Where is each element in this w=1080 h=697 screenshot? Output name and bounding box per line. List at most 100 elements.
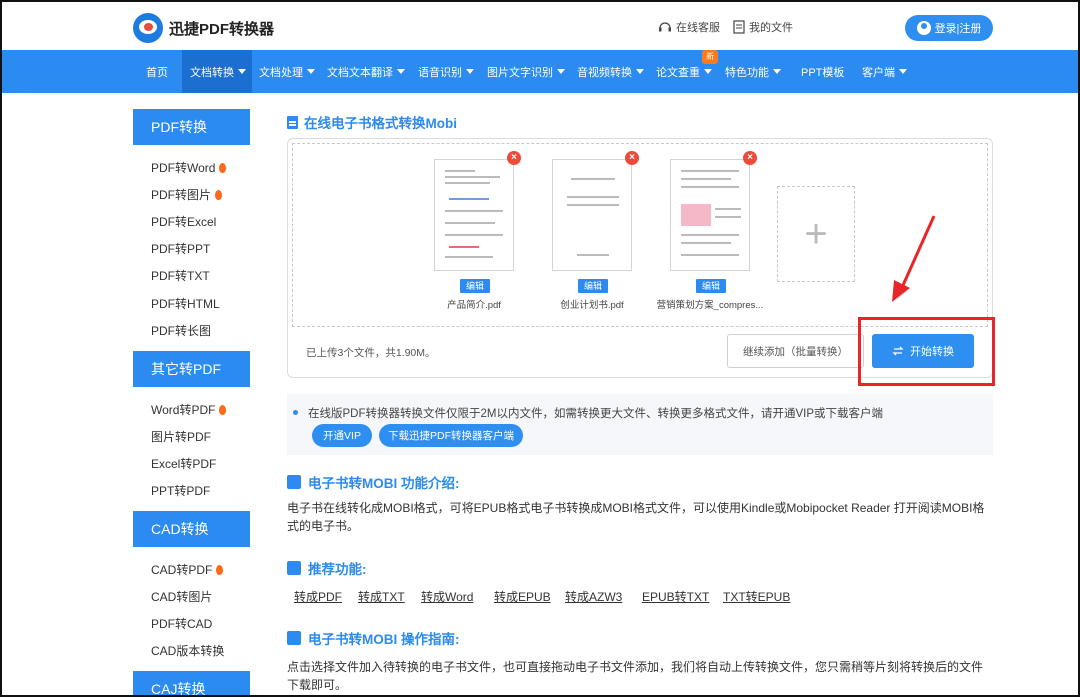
sidebar-item-label: PDF转Word bbox=[151, 161, 216, 175]
nav-client[interactable]: 客户端 bbox=[862, 50, 907, 93]
file-thumbnail[interactable] bbox=[434, 159, 514, 271]
nav-label: 特色功能 bbox=[725, 66, 769, 79]
guide-text: 点击选择文件加入待转换的电子书文件，也可直接拖动电子书文件添加，我们将自动上传转… bbox=[287, 660, 984, 692]
fire-icon bbox=[215, 189, 223, 200]
nav-features[interactable]: 特色功能 bbox=[725, 50, 781, 93]
continue-add-button[interactable]: 继续添加（批量转换） bbox=[727, 334, 864, 368]
sidebar-item-pdf-to-word[interactable]: PDF转Word bbox=[151, 159, 227, 176]
edit-file-button[interactable]: 编辑 bbox=[696, 279, 726, 293]
document-icon bbox=[287, 115, 298, 129]
nav-doc-convert[interactable]: 文档转换 bbox=[182, 50, 252, 93]
intro-icon bbox=[287, 475, 301, 489]
nav-translate[interactable]: 文档文本翻译 bbox=[327, 50, 405, 93]
new-badge: 新 bbox=[702, 50, 718, 64]
edit-file-button[interactable]: 编辑 bbox=[578, 279, 608, 293]
sidebar-item-cad-to-image[interactable]: CAD转图片 bbox=[151, 588, 212, 605]
nav-home[interactable]: 首页 bbox=[138, 50, 178, 93]
delete-file-icon[interactable]: × bbox=[507, 151, 521, 165]
app-name: 迅捷PDF转换器 bbox=[169, 20, 275, 38]
page-title-text: 在线电子书格式转换Mobi bbox=[304, 116, 457, 131]
main-nav: 首页 文档转换 文档处理 文档文本翻译 语音识别 图片文字识别 音视频转换 论文… bbox=[2, 50, 1078, 93]
recommend-link[interactable]: EPUB转TXT bbox=[642, 588, 709, 605]
nav-label: 音视频转换 bbox=[577, 66, 632, 79]
nav-doc-process[interactable]: 文档处理 bbox=[259, 50, 315, 93]
chevron-down-icon bbox=[704, 69, 712, 74]
file-icon bbox=[733, 20, 745, 34]
login-register-button[interactable]: 登录|注册 bbox=[905, 15, 993, 41]
sidebar-item-label: Word转PDF bbox=[151, 403, 216, 417]
delete-file-icon[interactable]: × bbox=[743, 151, 757, 165]
guide-icon bbox=[287, 631, 301, 645]
sidebar-item-pdf-to-excel[interactable]: PDF转Excel bbox=[151, 213, 216, 230]
sidebar-group-cad-convert[interactable]: CAD转换 bbox=[133, 511, 250, 547]
bullet-icon bbox=[293, 410, 298, 415]
recommend-link[interactable]: 转成AZW3 bbox=[565, 588, 622, 605]
intro-heading: 电子书转MOBI 功能介绍: bbox=[287, 472, 460, 492]
fire-icon bbox=[219, 162, 227, 173]
nav-label: 文档处理 bbox=[259, 66, 303, 79]
sidebar-item-label: CAD转PDF bbox=[151, 563, 213, 577]
recommend-link[interactable]: 转成PDF bbox=[294, 588, 342, 605]
nav-label: PPT模板 bbox=[801, 66, 845, 79]
file-name: 营销策划方案_compres... bbox=[656, 300, 764, 311]
edit-file-button[interactable]: 编辑 bbox=[460, 279, 490, 293]
sidebar-item-label: PDF转图片 bbox=[151, 188, 212, 202]
recommend-link[interactable]: 转成TXT bbox=[358, 588, 405, 605]
sidebar-item-pdf-to-ppt[interactable]: PDF转PPT bbox=[151, 240, 210, 257]
delete-file-icon[interactable]: × bbox=[625, 151, 639, 165]
sidebar-item-pdf-to-long-image[interactable]: PDF转长图 bbox=[151, 322, 211, 339]
nav-ppt-template[interactable]: PPT模板 bbox=[801, 50, 844, 93]
sidebar-item-pdf-to-txt[interactable]: PDF转TXT bbox=[151, 267, 210, 284]
file-name: 创业计划书.pdf bbox=[560, 300, 624, 311]
sidebar-group-other-to-pdf[interactable]: 其它转PDF bbox=[133, 351, 250, 387]
recommend-link[interactable]: 转成Word bbox=[421, 588, 473, 605]
recommend-link[interactable]: 转成EPUB bbox=[494, 588, 551, 605]
fire-icon bbox=[219, 404, 227, 415]
open-vip-button[interactable]: 开通VIP bbox=[312, 424, 372, 447]
recommend-link[interactable]: TXT转EPUB bbox=[723, 588, 790, 605]
file-thumbnail[interactable] bbox=[670, 159, 750, 271]
chevron-down-icon bbox=[238, 69, 246, 74]
sidebar-item-ppt-to-pdf[interactable]: PPT转PDF bbox=[151, 482, 210, 499]
sidebar-item-cad-version[interactable]: CAD版本转换 bbox=[151, 642, 224, 659]
sidebar-item-label: PDF转TXT bbox=[151, 269, 210, 283]
nav-label: 首页 bbox=[146, 66, 168, 79]
sidebar-item-pdf-to-cad[interactable]: PDF转CAD bbox=[151, 615, 212, 632]
sidebar-item-pdf-to-html[interactable]: PDF转HTML bbox=[151, 295, 220, 312]
sidebar-item-label: 图片转PDF bbox=[151, 430, 212, 444]
chevron-down-icon bbox=[557, 69, 565, 74]
sidebar-item-pdf-to-image[interactable]: PDF转图片 bbox=[151, 186, 223, 203]
nav-speech[interactable]: 语音识别 bbox=[418, 50, 474, 93]
nav-av-convert[interactable]: 音视频转换 bbox=[577, 50, 644, 93]
headset-icon bbox=[659, 22, 671, 32]
page-title: 在线电子书格式转换Mobi bbox=[287, 112, 457, 132]
highlight-box bbox=[858, 317, 995, 386]
my-files-link[interactable]: 我的文件 bbox=[733, 19, 793, 35]
download-client-button[interactable]: 下载迅捷PDF转换器客户端 bbox=[379, 424, 523, 447]
online-service-link[interactable]: 在线客服 bbox=[658, 19, 720, 35]
nav-label: 客户端 bbox=[862, 66, 895, 79]
add-file-button[interactable]: + bbox=[777, 186, 855, 282]
upload-summary: 已上传3个文件，共1.90M。 bbox=[306, 347, 436, 359]
file-name: 产品简介.pdf bbox=[447, 300, 501, 311]
logo[interactable]: 迅捷PDF转换器 bbox=[133, 13, 274, 43]
annotation-arrow-icon bbox=[892, 215, 936, 302]
sidebar-group-caj-convert[interactable]: CAJ转换 bbox=[133, 671, 250, 695]
recommend-heading-text: 推荐功能: bbox=[308, 562, 367, 577]
intro-heading-text: 电子书转MOBI 功能介绍: bbox=[308, 476, 460, 491]
chevron-down-icon bbox=[636, 69, 644, 74]
sidebar-item-cad-to-pdf[interactable]: CAD转PDF bbox=[151, 561, 224, 578]
browser-frame: 迅捷PDF转换器 在线客服 我的文件 登录|注册 首页 文档转换 文档处理 文档… bbox=[0, 0, 1080, 697]
sidebar-item-excel-to-pdf[interactable]: Excel转PDF bbox=[151, 455, 216, 472]
fire-icon bbox=[216, 564, 224, 575]
sidebar-group-pdf-convert[interactable]: PDF转换 bbox=[133, 109, 250, 145]
chevron-down-icon bbox=[899, 69, 907, 74]
sidebar-item-image-to-pdf[interactable]: 图片转PDF bbox=[151, 428, 211, 445]
nav-label: 文档转换 bbox=[190, 66, 234, 79]
login-label: 登录|注册 bbox=[934, 23, 982, 35]
sidebar-item-label: PDF转Excel bbox=[151, 215, 217, 229]
nav-ocr[interactable]: 图片文字识别 bbox=[487, 50, 565, 93]
file-thumbnail[interactable] bbox=[552, 159, 632, 271]
sidebar-item-word-to-pdf[interactable]: Word转PDF bbox=[151, 401, 227, 418]
chevron-down-icon bbox=[466, 69, 474, 74]
